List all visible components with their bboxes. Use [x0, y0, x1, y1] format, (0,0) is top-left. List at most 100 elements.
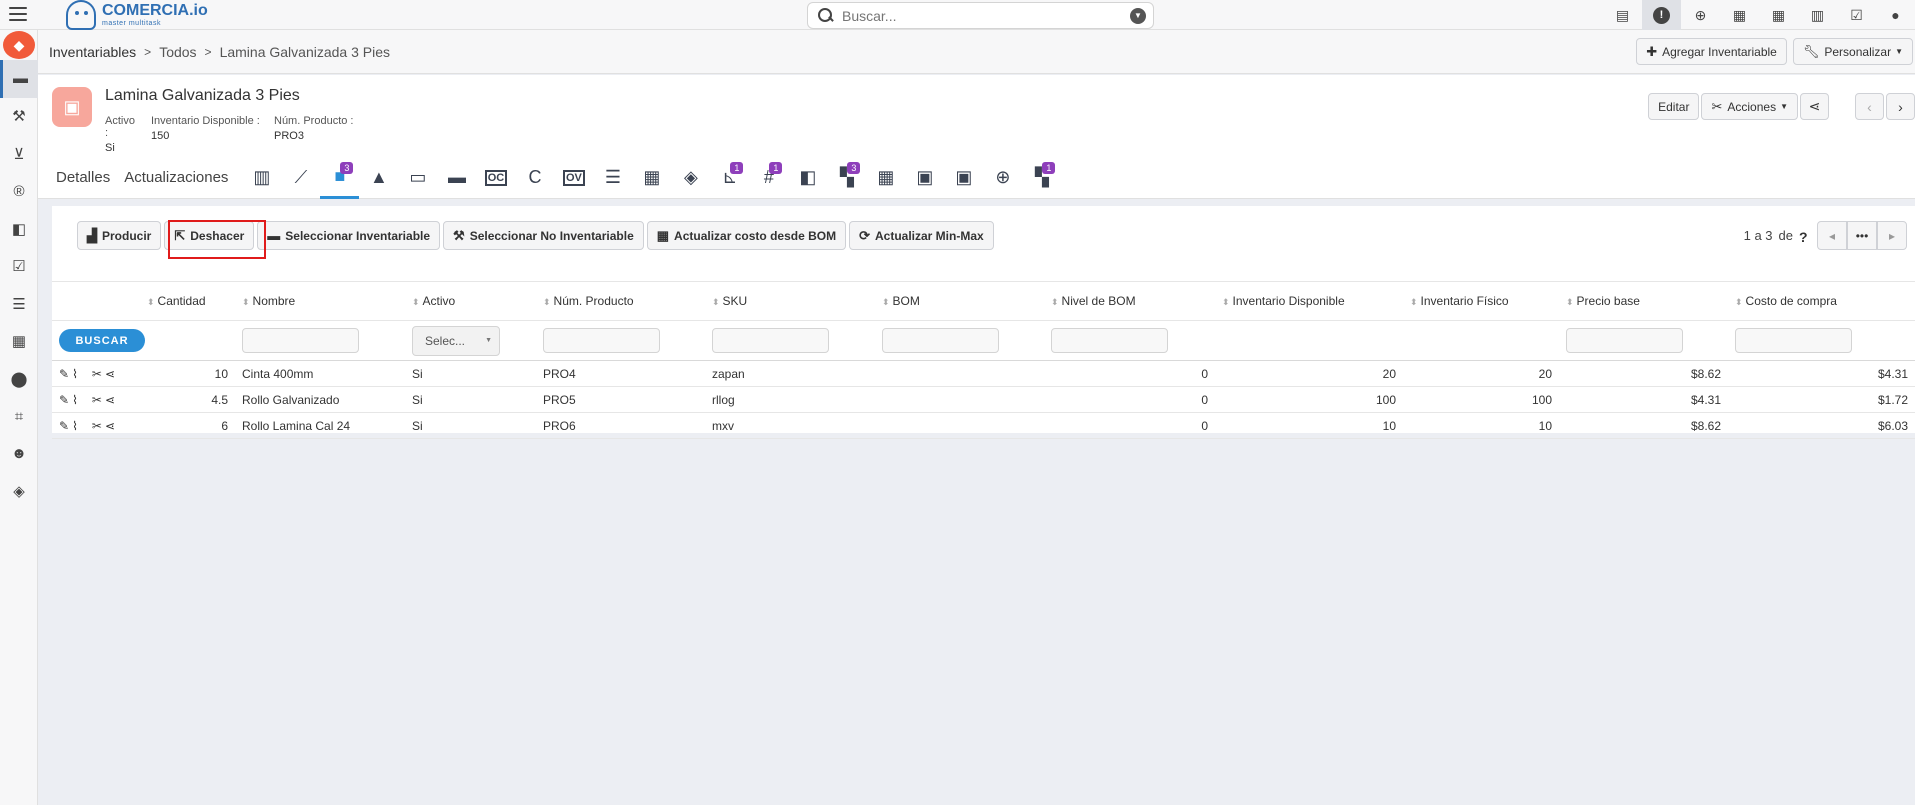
- tab-oc[interactable]: OC: [476, 156, 515, 199]
- sidebar-item-sales[interactable]: ⊻: [0, 135, 38, 173]
- next-page-button[interactable]: ▸: [1877, 221, 1907, 250]
- sidebar-item-inventory[interactable]: ▬: [0, 60, 38, 98]
- update-min-max-button[interactable]: ⟳ Actualizar Min-Max: [849, 221, 994, 250]
- chevron-down-icon[interactable]: ▼: [1130, 7, 1146, 24]
- filter-nombre[interactable]: [242, 328, 359, 353]
- calendar-icon[interactable]: ▦: [1759, 0, 1798, 30]
- tab-hashtag[interactable]: #1: [749, 156, 788, 199]
- filter-precio-base[interactable]: [1566, 328, 1683, 353]
- table-row[interactable]: ✎ ⌇ ✂ ⋖ 10 Cinta 400mm Si PRO4 zapan 0 20 20 $8.62 $4…: [52, 360, 1915, 387]
- filter-bom[interactable]: [882, 328, 999, 353]
- tab-swatches[interactable]: ◧: [788, 156, 827, 199]
- producir-button[interactable]: ▟ Producir: [77, 221, 162, 250]
- tab-list[interactable]: ☰: [593, 156, 632, 199]
- tags-module-icon[interactable]: ◆: [0, 30, 38, 60]
- tools-icon[interactable]: ✂: [92, 419, 102, 433]
- cash-register-icon[interactable]: ▤: [1603, 0, 1642, 30]
- sidebar-item-calculator[interactable]: ▦: [0, 323, 38, 361]
- filter-num-producto[interactable]: [543, 328, 660, 353]
- next-record-button[interactable]: ›: [1886, 93, 1915, 120]
- plus-circle-icon[interactable]: ⊕: [1681, 0, 1720, 30]
- alert-icon[interactable]: !: [1642, 0, 1681, 30]
- brand-logo[interactable]: COMERCIA.io master multitask: [66, 0, 208, 30]
- calendar-check-icon[interactable]: ▦: [1720, 0, 1759, 30]
- checkbox-icon[interactable]: ☑: [1837, 0, 1876, 30]
- prev-page-button[interactable]: ◂: [1817, 221, 1847, 250]
- breadcrumb-inventariables[interactable]: Inventariables: [49, 44, 136, 60]
- filter-sku[interactable]: [712, 328, 829, 353]
- paperclip-icon[interactable]: ⌇: [72, 367, 78, 381]
- tab-cubes-calc[interactable]: ▚ 1: [1022, 156, 1061, 199]
- table-row[interactable]: ✎ ⌇ ✂ ⋖ 4.5 Rollo Galvanizado Si PRO5 rllog 0 100 1…: [52, 386, 1915, 413]
- pencil-icon[interactable]: ✎: [59, 419, 69, 433]
- sidebar-item-swatches[interactable]: ◧: [0, 210, 38, 248]
- column-header-cantidad[interactable]: ⬍ Cantidad: [140, 281, 235, 321]
- add-inventariable-button[interactable]: ✚ Agregar Inventariable: [1636, 38, 1787, 65]
- sidebar-item-lists[interactable]: ☰: [0, 285, 38, 323]
- select-inventariable-button[interactable]: ▬ Seleccionar Inventariable: [257, 221, 441, 250]
- actions-button[interactable]: ✂ Acciones ▼: [1701, 93, 1798, 120]
- user-icon[interactable]: ●: [1876, 0, 1915, 30]
- column-header-activo[interactable]: ⬍ Activo: [405, 281, 536, 321]
- more-pages-button[interactable]: •••: [1847, 221, 1877, 250]
- share-icon[interactable]: ⋖: [105, 367, 115, 381]
- paperclip-icon[interactable]: ⌇: [72, 393, 78, 407]
- tab-line-chart[interactable]: ⟋: [281, 156, 320, 199]
- edit-button[interactable]: Editar: [1648, 93, 1700, 120]
- tab-actualizaciones[interactable]: Actualizaciones: [124, 156, 228, 199]
- column-header-sku[interactable]: ⬍ SKU: [705, 281, 875, 321]
- customize-button[interactable]: 🔧︎ Personalizar ▼: [1792, 38, 1913, 65]
- chart-icon[interactable]: ▥: [1798, 0, 1837, 30]
- tab-boxes[interactable]: ■ 3: [320, 156, 360, 199]
- column-header-costo-compra[interactable]: ⬍ Costo de compra: [1728, 281, 1915, 321]
- filter-costo-compra[interactable]: [1735, 328, 1852, 353]
- sidebar-item-locations[interactable]: ⬤: [0, 360, 38, 398]
- tab-box-open[interactable]: ◈: [671, 156, 710, 199]
- column-header-nivel-bom[interactable]: ⬍ Nivel de BOM: [1044, 281, 1215, 321]
- tab-briefcase2[interactable]: ▣: [944, 156, 983, 199]
- tab-ticket[interactable]: ▭: [398, 156, 437, 199]
- tab-shapes[interactable]: ▲: [359, 156, 398, 199]
- column-header-precio-base[interactable]: ⬍ Precio base: [1559, 281, 1728, 321]
- sidebar-item-vectors[interactable]: ⌗: [0, 398, 38, 436]
- sidebar-item-users[interactable]: ☻: [0, 435, 38, 473]
- tab-c-doc[interactable]: C: [515, 156, 554, 199]
- tab-dolly[interactable]: ⊾ 1: [710, 156, 749, 199]
- tab-bar-chart[interactable]: ▥: [242, 156, 281, 199]
- share-icon[interactable]: ⋖: [105, 419, 115, 433]
- breadcrumb-todos[interactable]: Todos: [159, 44, 196, 60]
- share-button[interactable]: ⋖: [1800, 93, 1829, 120]
- search-input[interactable]: [842, 7, 1130, 24]
- hamburger-menu-icon[interactable]: [9, 7, 27, 23]
- tab-calculator[interactable]: ▦: [632, 156, 671, 199]
- tab-briefcase[interactable]: ▣: [905, 156, 944, 199]
- previous-record-button[interactable]: ‹: [1855, 93, 1884, 120]
- sidebar-item-tasks[interactable]: ☑: [0, 248, 38, 286]
- tab-cart-plus[interactable]: ⊕: [983, 156, 1022, 199]
- paperclip-icon[interactable]: ⌇: [72, 419, 78, 433]
- tools-icon[interactable]: ✂: [92, 393, 102, 407]
- tools-icon[interactable]: ✂: [92, 367, 102, 381]
- tab-ov[interactable]: OV: [554, 156, 593, 199]
- tab-detalles[interactable]: Detalles: [56, 156, 110, 199]
- pencil-icon[interactable]: ✎: [59, 367, 69, 381]
- tab-folder[interactable]: ▬: [437, 156, 476, 199]
- global-search[interactable]: ▼: [807, 2, 1154, 29]
- sidebar-item-registered[interactable]: ®: [0, 173, 38, 211]
- column-header-num-producto[interactable]: ⬍ Núm. Producto: [536, 281, 705, 321]
- update-cost-bom-button[interactable]: ▦ Actualizar costo desde BOM: [646, 221, 847, 250]
- tab-cubes[interactable]: ▚ 3: [827, 156, 866, 199]
- column-header-inv-disponible[interactable]: ⬍ Inventario Disponible: [1215, 281, 1403, 321]
- select-no-inventariable-button[interactable]: ⚒ Seleccionar No Inventariable: [443, 221, 644, 250]
- sidebar-item-production[interactable]: ⚒: [0, 98, 38, 136]
- table-row[interactable]: ✎ ⌇ ✂ ⋖ 6 Rollo Lamina Cal 24 Si PRO6 mxv 0 10 10 $8…: [52, 412, 1915, 439]
- column-header-inv-fisico[interactable]: ⬍ Inventario Físico: [1403, 281, 1559, 321]
- buscar-button[interactable]: BUSCAR: [59, 329, 145, 352]
- pencil-icon[interactable]: ✎: [59, 393, 69, 407]
- sidebar-item-products[interactable]: ◈: [0, 473, 38, 511]
- filter-activo-select[interactable]: Selec... ▼: [412, 325, 500, 356]
- question-icon[interactable]: ?: [1799, 229, 1811, 245]
- share-icon[interactable]: ⋖: [105, 393, 115, 407]
- column-header-nombre[interactable]: ⬍ Nombre: [235, 281, 405, 321]
- tab-calculator2[interactable]: ▦: [866, 156, 905, 199]
